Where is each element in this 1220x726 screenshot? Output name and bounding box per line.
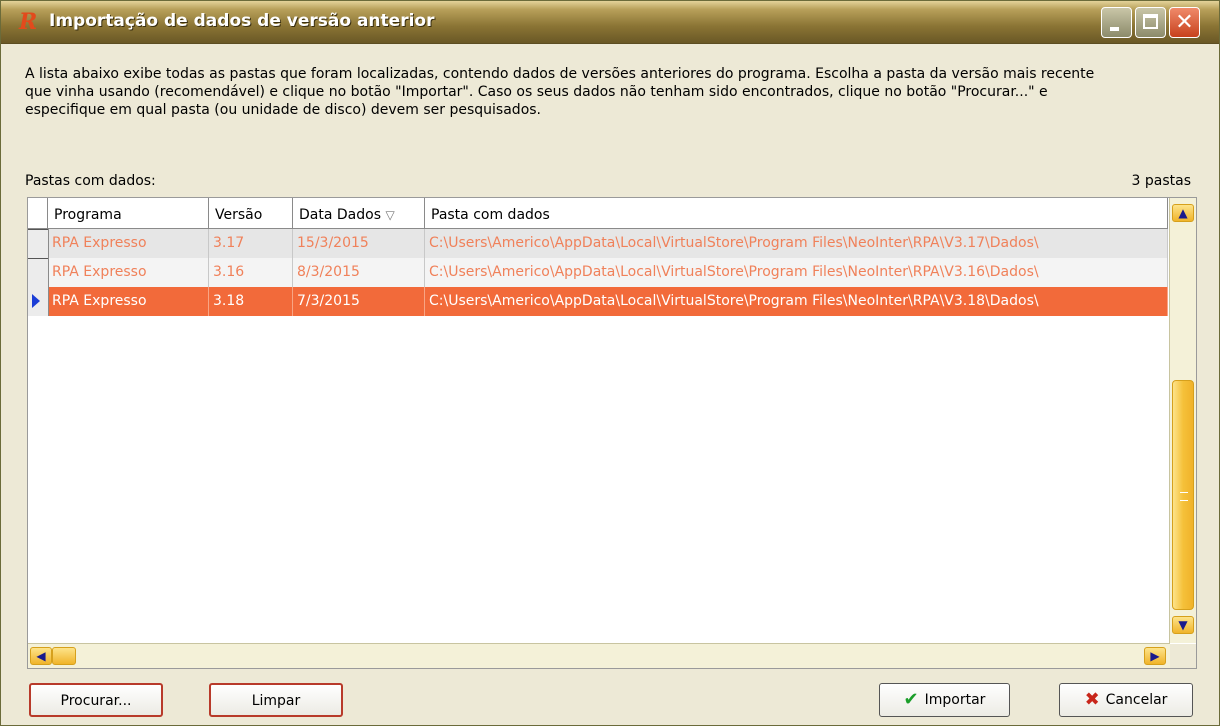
cancelar-button[interactable]: ✖ Cancelar <box>1059 683 1193 717</box>
check-icon: ✔ <box>903 689 919 710</box>
description-line: especifique em qual pasta (ou unidade de… <box>25 102 542 118</box>
cell-programa: RPA Expresso <box>48 229 209 258</box>
sort-descending-icon: ▽ <box>385 208 395 222</box>
vertical-scrollbar[interactable]: ▲ ▼ <box>1169 198 1196 643</box>
scroll-up-button[interactable]: ▲ <box>1172 204 1194 222</box>
header-indicator-cell <box>28 198 48 228</box>
column-header-pasta[interactable]: Pasta com dados <box>425 198 1168 228</box>
folders-grid[interactable]: Programa Versão Data Dados ▽ Pasta com d… <box>27 197 1197 669</box>
current-row-arrow-icon <box>32 294 40 308</box>
row-indicator-mark <box>28 229 48 230</box>
title-bar[interactable]: R Importação de dados de versão anterior… <box>1 1 1219 44</box>
cell-pasta: C:\Users\Americo\AppData\Local\VirtualSt… <box>425 287 1168 316</box>
list-label: Pastas com dados: <box>25 173 156 189</box>
folder-count: 3 pastas <box>1131 173 1191 189</box>
description-line: A lista abaixo exibe todas as pastas que… <box>25 66 1095 82</box>
cell-pasta: C:\Users\Americo\AppData\Local\VirtualSt… <box>425 258 1168 287</box>
grip-icon <box>1180 492 1188 501</box>
scroll-left-button[interactable]: ◀ <box>30 647 52 665</box>
cell-versao: 3.17 <box>209 229 293 258</box>
importar-label: Importar <box>924 692 986 708</box>
app-logo-icon: R <box>19 9 38 35</box>
cell-pasta: C:\Users\Americo\AppData\Local\VirtualSt… <box>425 229 1168 258</box>
chevron-up-icon: ▲ <box>1178 206 1188 220</box>
chevron-right-icon: ▶ <box>1150 649 1160 663</box>
cell-data: 8/3/2015 <box>293 258 425 287</box>
column-header-label: Data Dados <box>299 207 381 223</box>
description-line: que vinha usando (recomendável) e clique… <box>25 84 1048 100</box>
cancelar-label: Cancelar <box>1105 692 1168 708</box>
column-header-versao[interactable]: Versão <box>209 198 293 228</box>
window-title: Importação de dados de versão anterior <box>49 11 435 31</box>
close-button[interactable]: ✕ <box>1169 7 1200 38</box>
cell-programa: RPA Expresso <box>48 258 209 287</box>
column-header-label: Programa <box>54 207 122 223</box>
chevron-down-icon: ▼ <box>1178 618 1188 632</box>
procurar-button[interactable]: Procurar... <box>29 683 163 717</box>
cell-versao: 3.16 <box>209 258 293 287</box>
table-row[interactable]: RPA Expresso 3.16 8/3/2015 C:\Users\Amer… <box>28 258 1168 287</box>
limpar-label: Limpar <box>251 693 301 709</box>
cell-data: 15/3/2015 <box>293 229 425 258</box>
procurar-label: Procurar... <box>60 693 132 709</box>
description-text: A lista abaixo exibe todas as pastas que… <box>25 65 1195 119</box>
x-icon: ✖ <box>1084 689 1100 710</box>
maximize-button[interactable] <box>1135 7 1166 38</box>
grid-header: Programa Versão Data Dados ▽ Pasta com d… <box>28 198 1168 229</box>
row-indicator-mark <box>28 258 48 259</box>
cell-data: 7/3/2015 <box>293 287 425 316</box>
maximize-icon <box>1143 14 1158 29</box>
column-header-data-dados[interactable]: Data Dados ▽ <box>293 198 425 228</box>
cell-programa: RPA Expresso <box>48 287 209 316</box>
column-header-programa[interactable]: Programa <box>48 198 209 228</box>
close-icon: ✕ <box>1175 10 1194 35</box>
minimize-icon <box>1110 27 1119 31</box>
minimize-button[interactable] <box>1101 7 1132 38</box>
vertical-scroll-thumb[interactable] <box>1172 380 1194 610</box>
table-row-selected[interactable]: RPA Expresso 3.18 7/3/2015 C:\Users\Amer… <box>28 287 1168 316</box>
importar-button[interactable]: ✔ Importar <box>879 683 1010 717</box>
column-header-label: Pasta com dados <box>431 207 550 223</box>
scroll-right-button[interactable]: ▶ <box>1144 647 1166 665</box>
horizontal-scrollbar[interactable]: ◀ ▶ <box>28 643 1170 668</box>
row-indicator <box>28 258 49 287</box>
cell-versao: 3.18 <box>209 287 293 316</box>
column-header-label: Versão <box>215 207 263 223</box>
row-indicator <box>28 229 49 258</box>
chevron-left-icon: ◀ <box>36 649 46 663</box>
row-indicator <box>28 287 49 316</box>
dialog-window: R Importação de dados de versão anterior… <box>0 0 1220 726</box>
scroll-down-button[interactable]: ▼ <box>1172 616 1194 634</box>
horizontal-scroll-thumb[interactable] <box>52 647 76 665</box>
scrollbar-corner <box>1170 644 1196 668</box>
table-row[interactable]: RPA Expresso 3.17 15/3/2015 C:\Users\Ame… <box>28 229 1168 258</box>
limpar-button[interactable]: Limpar <box>209 683 343 717</box>
